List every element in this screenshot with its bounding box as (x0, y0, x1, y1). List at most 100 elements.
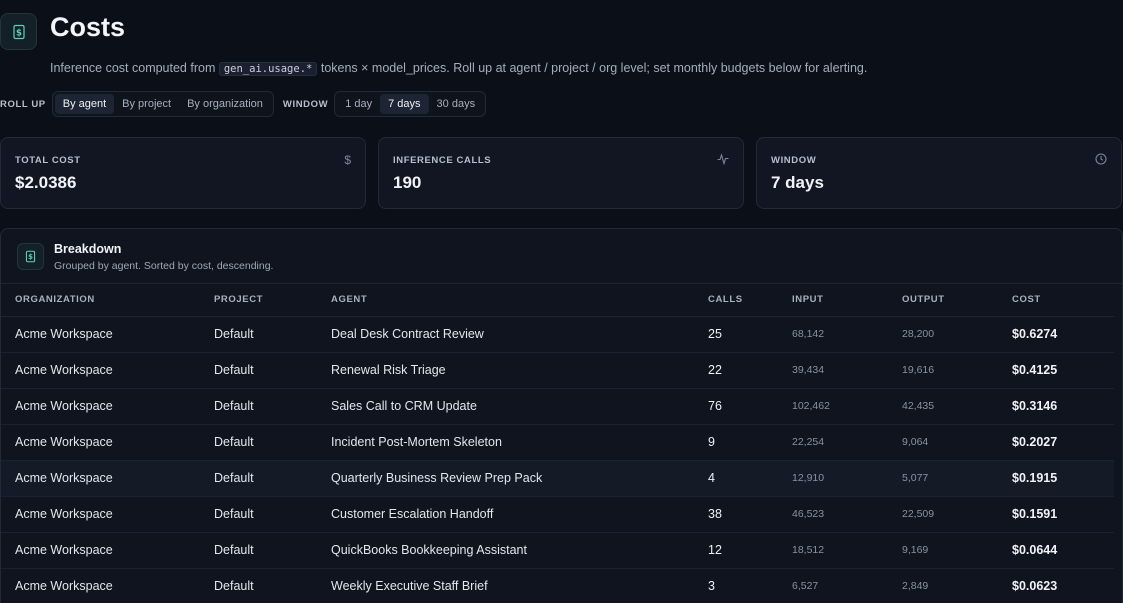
clock-icon (1095, 153, 1107, 168)
cell-organization: Acme Workspace (1, 388, 200, 425)
cell-input: 18,512 (778, 532, 888, 569)
cell-calls: 9 (694, 424, 778, 461)
cell-output: 28,200 (888, 316, 998, 353)
cell-project: Default (200, 496, 317, 533)
cell-agent: Incident Post-Mortem Skeleton (317, 424, 694, 461)
cell-organization: Acme Workspace (1, 568, 200, 603)
cell-input: 46,523 (778, 496, 888, 533)
window-7-days-button[interactable]: 7 days (380, 94, 429, 114)
subtitle-prefix: Inference cost computed from (50, 61, 216, 75)
column-header-calls[interactable]: CALLS (694, 284, 778, 317)
cell-output: 5,077 (888, 460, 998, 497)
svg-text:$: $ (16, 28, 22, 38)
cell-project: Default (200, 460, 317, 497)
window-segmented-control: 1 day 7 days 30 days (334, 91, 487, 117)
table-header-row: ORGANIZATION PROJECT AGENT CALLS INPUT O… (1, 284, 1114, 317)
cell-output: 19,616 (888, 352, 998, 389)
cell-cost: $0.4125 (998, 352, 1114, 389)
breakdown-subtitle: Grouped by agent. Sorted by cost, descen… (54, 260, 274, 272)
table-row[interactable]: Acme Workspace Default Sales Call to CRM… (1, 388, 1114, 425)
cell-output: 9,064 (888, 424, 998, 461)
cell-calls: 25 (694, 316, 778, 353)
column-header-organization[interactable]: ORGANIZATION (1, 284, 200, 317)
cell-output: 22,509 (888, 496, 998, 533)
column-header-agent[interactable]: AGENT (317, 284, 694, 317)
table-row[interactable]: Acme Workspace Default QuickBooks Bookke… (1, 532, 1114, 569)
cell-input: 12,910 (778, 460, 888, 497)
dollar-icon: $ (344, 153, 351, 167)
cell-organization: Acme Workspace (1, 352, 200, 389)
stat-label: TOTAL COST (15, 155, 81, 166)
cell-agent: Weekly Executive Staff Brief (317, 568, 694, 603)
cell-organization: Acme Workspace (1, 460, 200, 497)
subtitle-suffix: tokens × model_prices. Roll up at agent … (320, 61, 868, 75)
column-header-output[interactable]: OUTPUT (888, 284, 998, 317)
rollup-label: ROLL UP (0, 98, 46, 110)
rollup-by-agent-button[interactable]: By agent (54, 94, 115, 114)
cell-agent: Customer Escalation Handoff (317, 496, 694, 533)
rollup-by-project-button[interactable]: By project (114, 94, 179, 114)
cell-organization: Acme Workspace (1, 532, 200, 569)
cell-agent: QuickBooks Bookkeeping Assistant (317, 532, 694, 569)
cell-input: 102,462 (778, 388, 888, 425)
stat-value: $2.0386 (15, 173, 77, 192)
breakdown-table: ORGANIZATION PROJECT AGENT CALLS INPUT O… (1, 284, 1114, 603)
cell-input: 6,527 (778, 568, 888, 603)
rollup-by-organization-button[interactable]: By organization (179, 94, 271, 114)
cell-output: 2,849 (888, 568, 998, 603)
dollar-document-icon: $ (17, 243, 44, 270)
filter-toolbar: ROLL UP By agent By project By organizat… (0, 91, 487, 117)
cell-agent: Renewal Risk Triage (317, 352, 694, 389)
rollup-segmented-control: By agent By project By organization (51, 91, 274, 117)
cell-calls: 4 (694, 460, 778, 497)
activity-icon (717, 153, 729, 168)
cell-project: Default (200, 424, 317, 461)
stat-card-inference-calls: INFERENCE CALLS 190 (378, 137, 744, 209)
cell-calls: 76 (694, 388, 778, 425)
cell-calls: 12 (694, 532, 778, 569)
stat-label: WINDOW (771, 155, 817, 166)
table-row[interactable]: Acme Workspace Default Deal Desk Contrac… (1, 316, 1114, 353)
window-30-days-button[interactable]: 30 days (429, 94, 484, 114)
column-header-project[interactable]: PROJECT (200, 284, 317, 317)
cell-project: Default (200, 352, 317, 389)
cell-agent: Sales Call to CRM Update (317, 388, 694, 425)
cell-calls: 38 (694, 496, 778, 533)
table-row[interactable]: Acme Workspace Default Incident Post-Mor… (1, 424, 1114, 461)
stat-card-window: WINDOW 7 days (756, 137, 1122, 209)
window-1-day-button[interactable]: 1 day (337, 94, 380, 114)
stat-value: 7 days (771, 173, 824, 192)
breakdown-title: Breakdown (54, 242, 122, 256)
cell-project: Default (200, 532, 317, 569)
stat-label: INFERENCE CALLS (393, 155, 492, 166)
cell-cost: $0.0623 (998, 568, 1114, 603)
cell-cost: $0.1591 (998, 496, 1114, 533)
cell-input: 39,434 (778, 352, 888, 389)
svg-text:$: $ (28, 253, 33, 261)
cell-organization: Acme Workspace (1, 316, 200, 353)
cell-organization: Acme Workspace (1, 496, 200, 533)
column-header-input[interactable]: INPUT (778, 284, 888, 317)
cell-input: 68,142 (778, 316, 888, 353)
page-title: Costs (50, 12, 126, 42)
cell-cost: $0.3146 (998, 388, 1114, 425)
window-label: WINDOW (282, 98, 329, 110)
table-row[interactable]: Acme Workspace Default Quarterly Busines… (1, 460, 1114, 497)
cell-calls: 3 (694, 568, 778, 603)
cell-cost: $0.6274 (998, 316, 1114, 353)
cell-project: Default (200, 568, 317, 603)
cell-calls: 22 (694, 352, 778, 389)
page-subtitle: Inference cost computed from gen_ai.usag… (50, 61, 868, 76)
stat-value: 190 (393, 173, 422, 192)
table-row[interactable]: Acme Workspace Default Renewal Risk Tria… (1, 352, 1114, 389)
cell-agent: Deal Desk Contract Review (317, 316, 694, 353)
table-row[interactable]: Acme Workspace Default Customer Escalati… (1, 496, 1114, 533)
column-header-cost[interactable]: COST (998, 284, 1114, 317)
cell-project: Default (200, 388, 317, 425)
cell-organization: Acme Workspace (1, 424, 200, 461)
cell-project: Default (200, 316, 317, 353)
stat-card-total-cost: TOTAL COST $2.0386 $ (0, 137, 366, 209)
cell-cost: $0.0644 (998, 532, 1114, 569)
cell-cost: $0.1915 (998, 460, 1114, 497)
table-row[interactable]: Acme Workspace Default Weekly Executive … (1, 568, 1114, 603)
